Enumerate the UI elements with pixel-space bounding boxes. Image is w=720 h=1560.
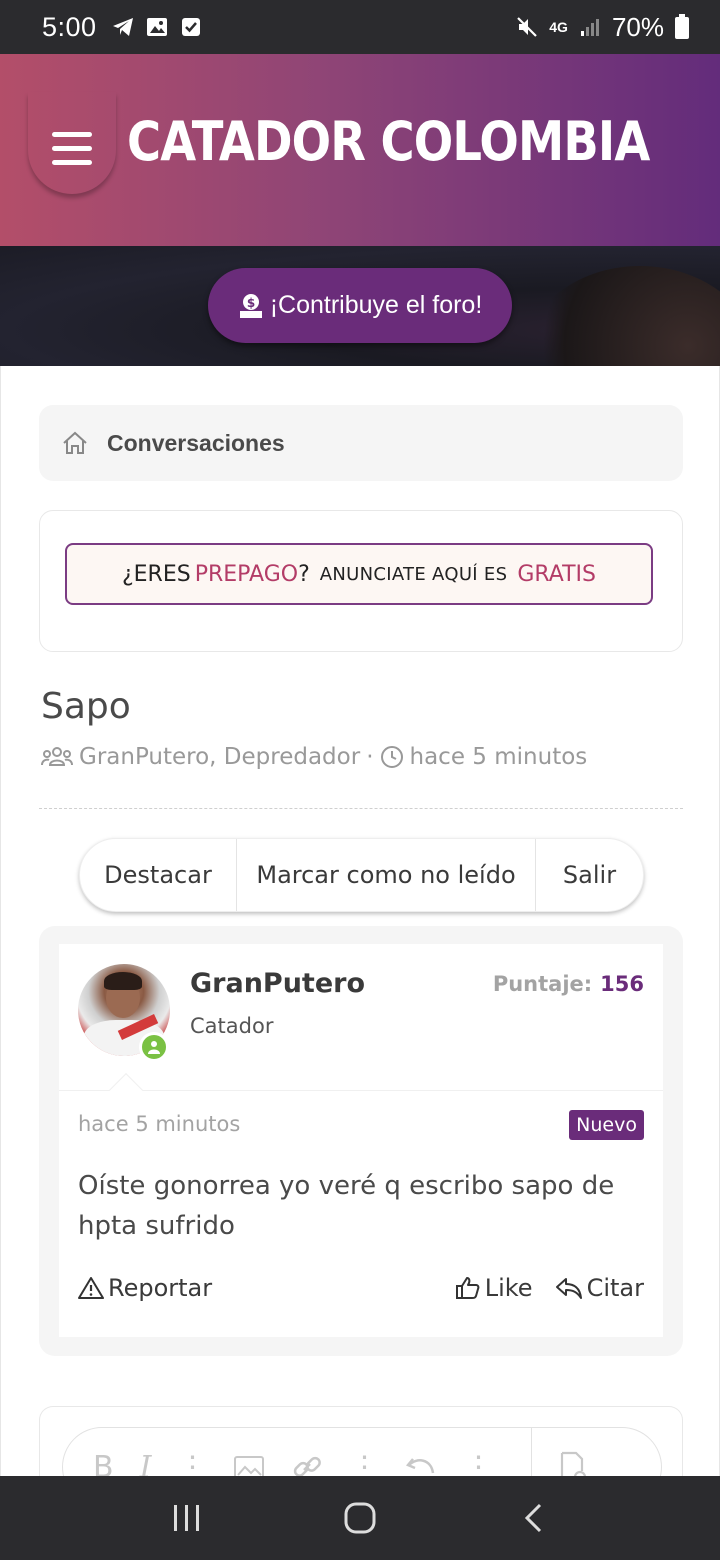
battery-icon	[675, 14, 689, 39]
online-status-icon	[139, 1032, 169, 1062]
back-icon	[525, 1503, 542, 1533]
post-pointer	[109, 1073, 143, 1107]
ad-text-1: ¿ERES	[121, 561, 191, 587]
donate-icon: $	[239, 293, 262, 318]
meta-separator: ·	[366, 744, 374, 770]
thread-time: hace 5 minutos	[409, 744, 588, 770]
post-time[interactable]: hace 5 minutos	[78, 1112, 240, 1136]
ad-card: ¿ERES PREPAGO? ANUNCIATE AQUÍ ES GRATIS	[39, 510, 683, 652]
recent-apps-icon	[173, 1505, 199, 1531]
contribute-button[interactable]: $ ¡Contribuye el foro!	[208, 268, 512, 343]
leave-button[interactable]: Salir	[536, 839, 643, 911]
thread-meta: GranPutero, Depredador · hace 5 minutos	[41, 744, 587, 770]
back-button[interactable]	[503, 1488, 563, 1548]
ad-text-3: ?	[298, 561, 310, 587]
home-button[interactable]	[330, 1488, 390, 1548]
post-separator	[59, 1090, 663, 1091]
thumbs-up-icon	[455, 1277, 480, 1299]
signal-icon	[580, 19, 599, 36]
warning-icon	[78, 1277, 104, 1299]
main-content: Conversaciones ¿ERES PREPAGO? ANUNCIATE …	[0, 366, 720, 1507]
ad-text-4: ANUNCIATE AQUÍ ES	[319, 563, 508, 585]
score-label: Puntaje:	[492, 972, 593, 996]
user-score: Puntaje: 156	[493, 972, 644, 996]
clock-icon	[380, 746, 403, 768]
home-circle-icon	[344, 1502, 376, 1534]
mark-unread-button[interactable]: Marcar como no leído	[237, 839, 536, 911]
breadcrumb[interactable]: Conversaciones	[39, 405, 683, 481]
report-button[interactable]: Reportar	[78, 1274, 212, 1302]
post-user-title: Catador	[190, 1014, 274, 1038]
score-value: 156	[600, 972, 644, 996]
new-badge: Nuevo	[569, 1110, 644, 1140]
breadcrumb-label: Conversaciones	[107, 429, 285, 456]
status-bar: 5:00 4G 70%	[0, 0, 720, 54]
highlight-button[interactable]: Destacar	[80, 839, 237, 911]
like-label: Like	[484, 1274, 533, 1302]
svg-text:$: $	[247, 296, 255, 310]
post-body: Oíste gonorrea yo veré q escribo sapo de…	[78, 1171, 615, 1241]
users-icon	[41, 747, 73, 766]
menu-button[interactable]	[28, 92, 116, 194]
mute-icon	[517, 17, 538, 37]
ad-banner[interactable]: ¿ERES PREPAGO? ANUNCIATE AQUÍ ES GRATIS	[65, 543, 653, 605]
contribute-label: ¡Contribuye el foro!	[269, 291, 483, 319]
thread-title: Sapo	[41, 686, 131, 727]
post-actions: Reportar Like Citar	[78, 1274, 644, 1302]
divider	[39, 808, 683, 809]
report-label: Reportar	[108, 1274, 213, 1302]
reply-icon	[555, 1278, 582, 1299]
network-4g-icon: 4G	[549, 19, 568, 35]
quote-button[interactable]: Citar	[555, 1274, 644, 1302]
thread-participants[interactable]: GranPutero, Depredador	[79, 744, 360, 770]
status-time: 5:00	[42, 11, 97, 42]
like-button[interactable]: Like	[455, 1274, 533, 1302]
quote-label: Citar	[586, 1274, 644, 1302]
checkbox-icon	[181, 18, 200, 36]
telegram-icon	[112, 18, 133, 36]
ad-text-5: GRATIS	[517, 561, 597, 587]
battery-percent: 70%	[611, 11, 664, 42]
thread-actions: Destacar Marcar como no leído Salir	[79, 838, 644, 912]
home-icon	[63, 431, 87, 454]
recent-apps-button[interactable]	[157, 1488, 217, 1548]
post: GranPutero Catador Puntaje: 156 hace 5 mi…	[59, 944, 663, 1337]
gallery-icon	[146, 18, 167, 36]
hamburger-icon	[52, 132, 92, 174]
system-nav-bar	[0, 1476, 720, 1560]
site-brand[interactable]: CATADOR COLOMBIA	[127, 110, 650, 173]
post-username[interactable]: GranPutero	[190, 968, 365, 999]
ad-text-2: PREPAGO	[194, 561, 299, 587]
post-container: GranPutero Catador Puntaje: 156 hace 5 mi…	[39, 926, 683, 1356]
